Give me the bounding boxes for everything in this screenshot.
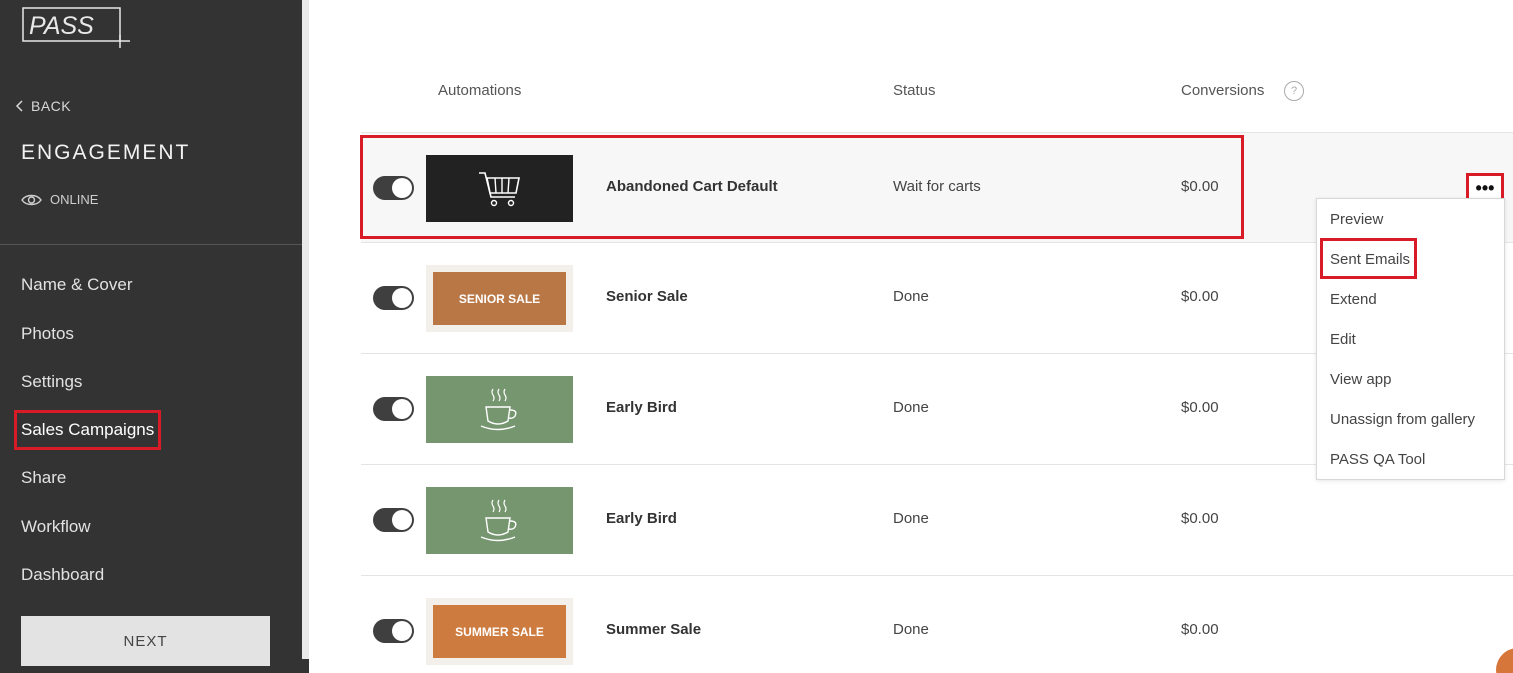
automation-status: Done: [893, 399, 929, 416]
senior-sale-badge: SENIOR SALE: [433, 272, 566, 325]
automation-name[interactable]: Early Bird: [606, 510, 677, 527]
back-link[interactable]: BACK: [15, 98, 71, 114]
nav-highlight-box: [14, 410, 161, 450]
menu-item-edit[interactable]: Edit: [1330, 331, 1356, 348]
menu-item-preview[interactable]: Preview: [1330, 211, 1383, 228]
row-highlight-box: [360, 135, 1244, 239]
menu-item-extend[interactable]: Extend: [1330, 291, 1377, 308]
sidebar-edge-bottom: [302, 659, 309, 673]
table-row[interactable]: Early Bird Done $0.00: [361, 465, 1513, 576]
next-button[interactable]: NEXT: [21, 616, 270, 666]
automation-name[interactable]: Senior Sale: [606, 288, 688, 305]
nav-item-settings[interactable]: Settings: [21, 372, 82, 392]
nav-item-share[interactable]: Share: [21, 468, 66, 488]
menu-highlight-box: [1320, 238, 1417, 279]
section-title: ENGAGEMENT: [21, 141, 191, 164]
table-row[interactable]: SUMMER SALE Summer Sale Done $0.00: [361, 576, 1513, 673]
sidebar-divider: [0, 244, 302, 245]
pass-logo: PASS: [22, 7, 130, 48]
coffee-cup-icon: [480, 499, 517, 541]
automation-status: Done: [893, 288, 929, 305]
automation-conversions: $0.00: [1181, 621, 1219, 638]
thumbnail: [426, 487, 573, 554]
automation-conversions: $0.00: [1181, 510, 1219, 527]
header-status: Status: [893, 82, 936, 99]
enable-toggle[interactable]: [373, 508, 414, 532]
header-automations: Automations: [438, 82, 522, 99]
back-label: BACK: [31, 98, 72, 114]
automation-name[interactable]: Summer Sale: [606, 621, 701, 638]
thumbnail: SUMMER SALE: [426, 598, 573, 665]
chevron-left-icon: [15, 100, 23, 112]
nav-item-dashboard[interactable]: Dashboard: [21, 565, 104, 585]
automation-status: Done: [893, 621, 929, 638]
sidebar-edge: [302, 0, 309, 673]
automation-status: Done: [893, 510, 929, 527]
nav-item-photos[interactable]: Photos: [21, 324, 74, 344]
enable-toggle[interactable]: [373, 397, 414, 421]
online-status: ONLINE: [21, 192, 98, 207]
header-conversions: Conversions: [1181, 82, 1265, 99]
enable-toggle[interactable]: [373, 286, 414, 310]
menu-item-view-app[interactable]: View app: [1330, 371, 1391, 388]
enable-toggle[interactable]: [373, 619, 414, 643]
menu-item-unassign[interactable]: Unassign from gallery: [1330, 411, 1475, 428]
logo-text: PASS: [29, 12, 94, 40]
eye-icon: [21, 194, 42, 205]
sidebar: PASS BACK ENGAGEMENT ONLINE Name & Cover…: [0, 0, 302, 673]
menu-item-pass-qa-tool[interactable]: PASS QA Tool: [1330, 451, 1425, 468]
coffee-cup-icon: [480, 388, 517, 430]
nav-item-name-cover[interactable]: Name & Cover: [21, 275, 132, 295]
online-label: ONLINE: [50, 192, 99, 207]
thumbnail: [426, 376, 573, 443]
summer-sale-badge: SUMMER SALE: [433, 605, 566, 658]
automation-conversions: $0.00: [1181, 288, 1219, 305]
thumbnail: SENIOR SALE: [426, 265, 573, 332]
automation-conversions: $0.00: [1181, 399, 1219, 416]
help-icon[interactable]: ?: [1284, 81, 1304, 101]
nav-item-workflow[interactable]: Workflow: [21, 517, 91, 537]
automation-name[interactable]: Early Bird: [606, 399, 677, 416]
